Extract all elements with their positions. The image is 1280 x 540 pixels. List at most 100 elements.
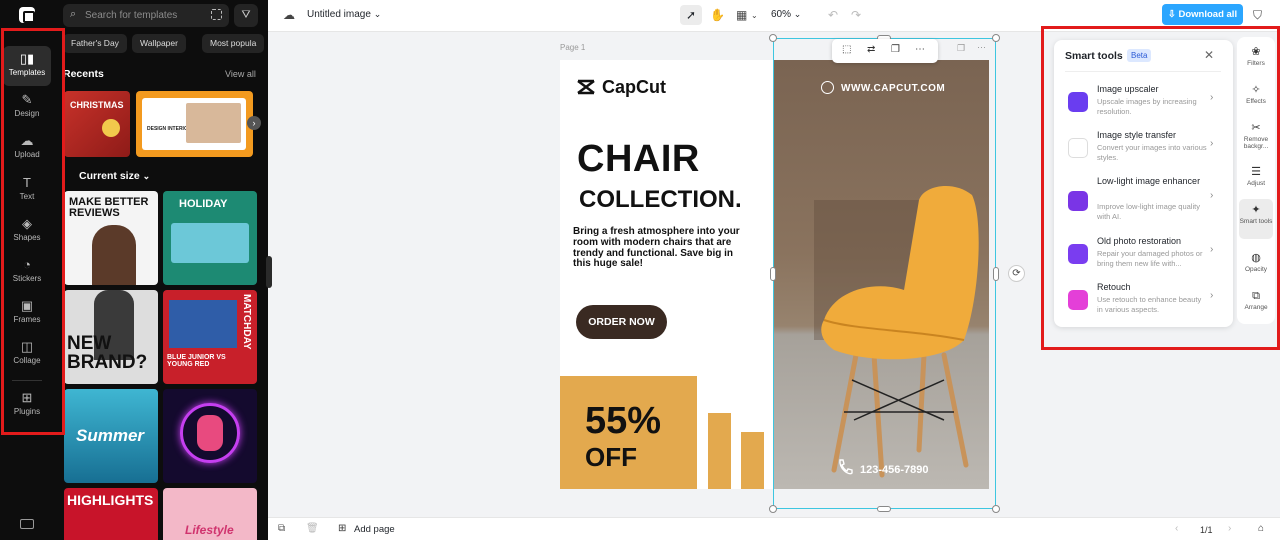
rail-item-label: Templates [8, 68, 46, 77]
image-tools-rail: ❀ Filters ✧ Effects ✂ Remove backgr... ☰… [1237, 37, 1275, 324]
close-icon[interactable]: ✕ [1204, 48, 1214, 62]
cloud-icon[interactable]: ☁ [283, 8, 295, 22]
rotate-button[interactable]: ⟳ [1008, 265, 1025, 282]
duplicate-icon[interactable]: ❐ [891, 44, 900, 55]
capcut-logo-icon[interactable] [19, 7, 35, 23]
undo-icon[interactable]: ↶ [828, 8, 838, 22]
keyboard-icon[interactable] [20, 519, 34, 529]
rail-item-shapes[interactable]: ◈ Shapes [3, 211, 51, 251]
flip-icon[interactable]: ⇄ [867, 44, 875, 55]
add-page-icon[interactable]: ⊞ [338, 523, 346, 534]
chip-wallpaper[interactable]: Wallpaper [132, 34, 186, 53]
discount-percent[interactable]: 55% [585, 400, 661, 443]
zoom-level[interactable]: 60% ⌄ [771, 9, 801, 20]
order-now-button[interactable]: ORDER NOW [576, 305, 667, 339]
resize-handle-bottom-left[interactable] [769, 505, 777, 513]
tool-effects[interactable]: ✧ Effects [1239, 79, 1273, 119]
tool-filters[interactable]: ❀ Filters [1239, 41, 1273, 81]
template-thumb-reviews[interactable]: MAKE BETTER REVIEWS [64, 191, 158, 285]
view-all-link[interactable]: View all [225, 69, 256, 79]
resize-handle-bottom-right[interactable] [992, 505, 1000, 513]
rail-item-label: Shapes [13, 233, 41, 242]
filter-button[interactable]: ⛛ [234, 4, 258, 27]
thumb-text: CHRISTMAS [70, 100, 124, 110]
tool-adjust[interactable]: ☰ Adjust [1239, 161, 1273, 201]
rail-item-text[interactable]: T Text [3, 170, 51, 210]
select-tool-button[interactable]: ➚ [680, 5, 702, 25]
tool-opacity[interactable]: ◍ Opacity [1239, 247, 1273, 287]
headline-chair[interactable]: CHAIR [577, 138, 700, 181]
crop-icon[interactable]: ⬚ [842, 44, 851, 55]
chip-fathers-day[interactable]: Father's Day [63, 34, 127, 53]
shield-icon[interactable]: ⛉ [1253, 8, 1262, 23]
layers-icon[interactable]: ⧉ [278, 523, 285, 534]
resize-handle-bottom[interactable] [877, 506, 891, 512]
search-input[interactable]: ⌕ Search for templates [63, 4, 229, 27]
download-all-button[interactable]: ⇩ Download all [1162, 4, 1243, 25]
recent-thumb-design-interior[interactable]: DESIGN INTERIOR [136, 91, 253, 157]
scroll-right-button[interactable]: › [247, 116, 261, 130]
more-icon[interactable]: ⋯ [915, 44, 925, 55]
trash-icon[interactable]: 🗑 [306, 523, 319, 534]
copy-page-icon[interactable]: ❐ [957, 43, 965, 54]
tool-arrange[interactable]: ⧉ Arrange [1239, 285, 1273, 325]
resize-handle-left[interactable] [770, 267, 776, 281]
template-thumb-holiday[interactable]: HOLIDAY [163, 191, 257, 285]
image-search-icon[interactable] [211, 9, 222, 20]
tool-label: Arrange [1244, 304, 1268, 311]
redo-icon[interactable]: ↷ [851, 8, 861, 22]
rail-item-templates[interactable]: ▯▮ Templates [3, 46, 51, 86]
current-size-title[interactable]: Current size ⌄ [63, 170, 150, 182]
rail-item-design[interactable]: ✎ Design [3, 87, 51, 127]
rail-item-collage[interactable]: ◫ Collage [3, 334, 51, 374]
resize-handle-right[interactable] [993, 267, 999, 281]
document-title[interactable]: Untitled image ⌄ [307, 9, 381, 20]
zoom-value: 60% [771, 9, 792, 20]
rail-item-stickers[interactable]: ◔ Stickers [3, 252, 51, 292]
thumb-text: HIGHLIGHTS [67, 492, 154, 508]
template-thumb-summer[interactable]: Summer [64, 389, 158, 483]
panel-collapse-handle[interactable] [266, 256, 272, 288]
headline-collection[interactable]: COLLECTION. [579, 186, 742, 214]
capcut-brand-icon [577, 79, 595, 95]
template-thumb-highlights[interactable]: HIGHLIGHTS [64, 488, 158, 540]
template-thumb-new-brand[interactable]: NEW BRAND? [64, 290, 158, 384]
resize-handle-top-right[interactable] [992, 34, 1000, 42]
rail-item-plugins[interactable]: ⊞ Plugins [3, 385, 51, 425]
template-thumb-lifestyle[interactable]: Lifestyle [163, 488, 257, 540]
smart-tool-style-transfer[interactable]: Image style transfer Convert your images… [1065, 128, 1225, 168]
add-page-button[interactable]: Add page [354, 524, 395, 535]
layout-icon[interactable]: ▦ [736, 8, 747, 22]
rail-item-label: Upload [14, 150, 40, 159]
chevron-right-icon: › [1210, 190, 1214, 201]
promo-description[interactable]: Bring a fresh atmosphere into your room … [573, 226, 753, 270]
template-thumb-matchday[interactable]: MATCHDAY BLUE JUNIOR VS YOUNG RED [163, 290, 257, 384]
smart-tool-low-light[interactable]: Low-light image enhancer Improve low-lig… [1065, 174, 1225, 226]
chip-most-popular[interactable]: Most popula [202, 34, 265, 53]
smart-tool-image-upscaler[interactable]: Image upscaler Upscale images by increas… [1065, 82, 1225, 122]
selection-box[interactable] [773, 38, 996, 509]
tool-smart-tools[interactable]: ✦ Smart tools [1239, 199, 1273, 239]
upload-icon: ☁ [20, 133, 34, 148]
template-thumb-neon[interactable] [163, 389, 257, 483]
rail-item-upload[interactable]: ☁ Upload [3, 128, 51, 168]
thumb-text: MATCHDAY [241, 294, 252, 350]
recent-thumb-christmas[interactable]: CHRISTMAS [64, 91, 130, 157]
rail-item-label: Plugins [13, 407, 41, 416]
discount-off[interactable]: OFF [585, 442, 637, 473]
hand-tool-icon[interactable]: ✋ [710, 8, 725, 22]
smart-tool-old-photo[interactable]: Old photo restoration Repair your damage… [1065, 234, 1225, 274]
expand-icon[interactable]: ⌂ [1258, 523, 1264, 534]
chevron-right-icon[interactable]: › [1228, 523, 1231, 534]
page-more-icon[interactable]: ⋯ [977, 42, 986, 53]
shapes-icon: ◈ [22, 216, 32, 231]
resize-handle-top-left[interactable] [769, 34, 777, 42]
top-bar: ☁ Untitled image ⌄ ➚ ✋ ▦ ⌄ 60% ⌄ ↶ ↷ ⇩ D… [268, 0, 1280, 32]
smart-tool-retouch[interactable]: Retouch Use retouch to enhance beauty in… [1065, 280, 1225, 320]
rail-item-frames[interactable]: ▣ Frames [3, 293, 51, 333]
chevron-down-icon[interactable]: ⌄ [751, 11, 758, 20]
rail-divider [12, 380, 42, 381]
pointer-icon: ➚ [685, 8, 697, 22]
tool-remove-background[interactable]: ✂ Remove backgr... [1239, 117, 1273, 157]
chevron-left-icon[interactable]: ‹ [1175, 523, 1178, 534]
